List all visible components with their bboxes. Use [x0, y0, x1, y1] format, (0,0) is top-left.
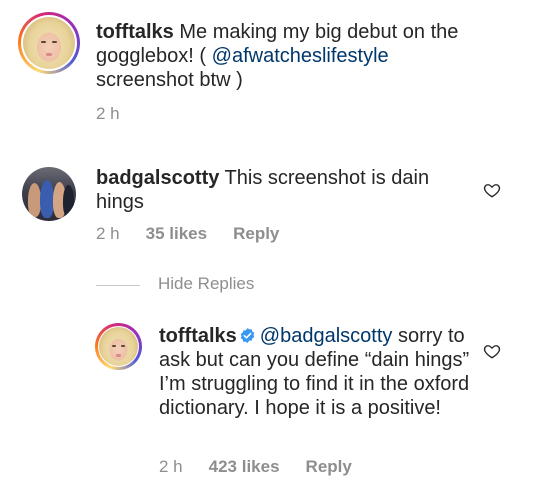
reply-reply-button[interactable]: Reply	[306, 457, 352, 476]
reply-timestamp[interactable]: 2 h	[159, 457, 183, 476]
comment-badgalscotty: badgalscotty This screenshot is dain hin…	[0, 150, 535, 250]
reply-meta: 2 h 423 likes Reply	[159, 457, 378, 477]
caption-timestamp[interactable]: 2 h	[96, 104, 120, 123]
verified-badge-icon	[240, 328, 255, 343]
avatar[interactable]	[22, 167, 76, 221]
comment-likes[interactable]: 35 likes	[146, 224, 207, 243]
heart-icon[interactable]	[483, 342, 501, 360]
hide-replies-button[interactable]: Hide Replies	[158, 274, 254, 294]
comment-username[interactable]: badgalscotty	[96, 167, 219, 189]
reply-text: tofftalks @badgalscotty sorry to ask but …	[159, 324, 471, 420]
reply-tofftalks: tofftalks @badgalscotty sorry to ask but …	[0, 310, 535, 490]
avatar	[99, 327, 138, 366]
caption-comment: tofftalks Me making my big debut on the …	[0, 0, 535, 130]
caption-text: tofftalks Me making my big debut on the …	[96, 20, 476, 92]
caption-avatar-ring[interactable]	[18, 12, 80, 74]
reply-likes[interactable]: 423 likes	[209, 457, 280, 476]
replies-divider	[96, 285, 140, 286]
caption-mention-link[interactable]: @afwatcheslifestyle	[212, 45, 389, 67]
avatar	[23, 17, 75, 69]
caption-username[interactable]: tofftalks	[96, 21, 174, 43]
caption-meta: 2 h	[96, 104, 146, 124]
heart-icon[interactable]	[483, 181, 501, 199]
comment-text: badgalscotty This screenshot is dain hin…	[96, 166, 446, 214]
comment-meta: 2 h 35 likes Reply	[96, 224, 305, 244]
comment-timestamp[interactable]: 2 h	[96, 224, 120, 243]
reply-username[interactable]: tofftalks	[159, 325, 237, 347]
reply-avatar-ring[interactable]	[95, 323, 142, 370]
comments-thread: tofftalks Me making my big debut on the …	[0, 0, 535, 500]
reply-mention-link[interactable]: @badgalscotty	[260, 325, 393, 347]
comment-reply-button[interactable]: Reply	[233, 224, 279, 243]
